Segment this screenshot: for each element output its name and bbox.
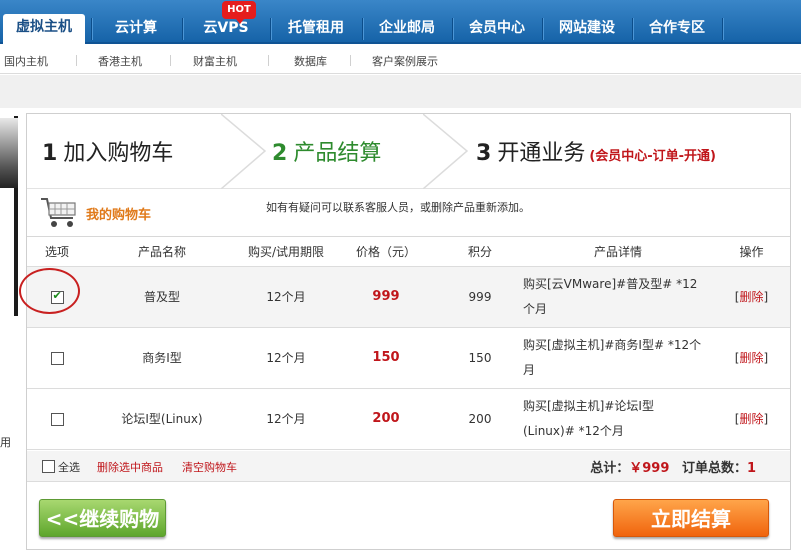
step-label: 开通业务 [497, 141, 586, 166]
product-points: 150 [437, 327, 523, 389]
subnav-item-domestic-host[interactable]: 国内主机 [4, 53, 48, 69]
step-number: 3 [476, 141, 492, 166]
select-all-label[interactable]: 全选 [58, 459, 80, 475]
subnav-item-database[interactable]: 数据库 [294, 53, 327, 69]
delete-link[interactable]: 删除 [739, 290, 763, 304]
left-side-strip: 用 [0, 116, 18, 552]
checkout-button[interactable]: 立即结算 [613, 499, 769, 537]
nav-separator [632, 18, 633, 40]
column-header: 选项 [27, 237, 87, 267]
product-detail: 购买[云VMware]#普及型# *12个月 [523, 266, 713, 328]
step-note: (会员中心-订单-开通) [589, 149, 717, 164]
product-name: 论坛I型(Linux) [87, 388, 237, 450]
clear-cart-link[interactable]: 清空购物车 [182, 459, 237, 475]
product-term: 12个月 [237, 327, 335, 389]
select-all-checkbox[interactable] [42, 460, 55, 473]
nav-item-cloud-computing[interactable]: 云计算 [96, 15, 176, 44]
nav-item-cloud-vps[interactable]: 云VPS [188, 15, 264, 44]
nav-separator [270, 18, 271, 40]
highlight-circle [19, 268, 80, 314]
product-name: 普及型 [87, 266, 237, 328]
sub-nav: 国内主机 香港主机 财富主机 数据库 客户案例展示 [0, 46, 801, 74]
left-strip-text: 用 [0, 436, 11, 449]
subnav-item-customer-cases[interactable]: 客户案例展示 [372, 53, 438, 69]
nav-separator [452, 18, 453, 40]
order-count-value: 1 [746, 461, 756, 476]
subnav-separator [268, 55, 269, 66]
product-detail: 购买[虚拟主机]#论坛I型(Linux)# *12个月 [523, 388, 713, 450]
product-detail: 购买[虚拟主机]#商务I型# *12个月 [523, 327, 713, 389]
cart-panel: 1 加入购物车 2 产品结算 3 开通业务 (会员中心-订单-开通) 我的购物车 如有有… [26, 113, 791, 550]
nav-item-website-building[interactable]: 网站建设 [548, 15, 626, 44]
order-count-label: 订单总数： [681, 461, 747, 476]
cart-table: 选项 产品名称 购买/试用期限 价格（元） 积分 产品详情 操作 普及型 12个… [27, 237, 790, 450]
product-price: 150 [335, 327, 437, 389]
checkout-steps: 1 加入购物车 2 产品结算 3 开通业务 (会员中心-订单-开通) [27, 114, 790, 189]
delete-link[interactable]: 删除 [739, 351, 763, 365]
continue-shopping-button[interactable]: <<继续购物 [39, 499, 166, 537]
nav-separator [362, 18, 363, 40]
bracket: ] [763, 351, 769, 365]
bracket: ] [763, 412, 769, 426]
cart-title: 我的购物车 [86, 208, 152, 223]
nav-item-enterprise-mail[interactable]: 企业邮局 [368, 15, 446, 44]
product-points: 200 [437, 388, 523, 450]
cart-table-header: 选项 产品名称 购买/试用期限 价格（元） 积分 产品详情 操作 [27, 237, 790, 267]
nav-separator [91, 18, 92, 40]
banner-strip [0, 75, 801, 108]
product-term: 12个月 [237, 266, 335, 328]
nav-item-hosting-rental[interactable]: 托管租用 [277, 15, 355, 44]
column-header: 操作 [713, 237, 790, 267]
nav-separator [182, 18, 183, 40]
step-number: 2 [272, 141, 288, 166]
subnav-item-hongkong-host[interactable]: 香港主机 [98, 53, 142, 69]
cart-header: 我的购物车 如有有疑问可以联系客服人员，或删除产品重新添加。 [27, 189, 790, 237]
step-label: 产品结算 [293, 141, 382, 166]
subnav-separator [170, 55, 171, 66]
total-label: 总计： [590, 461, 630, 476]
cart-help-text: 如有有疑问可以联系客服人员，或删除产品重新添加。 [266, 201, 530, 214]
nav-separator [542, 18, 543, 40]
delete-cell: [删除] [713, 266, 790, 328]
nav-item-partnership[interactable]: 合作专区 [638, 15, 716, 44]
subnav-separator [76, 55, 77, 66]
row-checkbox[interactable] [50, 351, 64, 365]
column-header: 价格（元） [335, 237, 437, 267]
product-price: 200 [335, 388, 437, 450]
column-header: 购买/试用期限 [237, 237, 335, 267]
column-header: 积分 [437, 237, 523, 267]
step-add-to-cart: 1 加入购物车 [42, 135, 173, 167]
product-price: 999 [335, 266, 437, 328]
step-label: 加入购物车 [63, 141, 174, 166]
subnav-item-wealth-host[interactable]: 财富主机 [193, 53, 237, 69]
nav-item-virtual-host[interactable]: 虚拟主机 [3, 14, 85, 44]
subnav-separator [350, 55, 351, 66]
top-nav: 虚拟主机 云计算 云VPS 托管租用 企业邮局 会员中心 网站建设 合作专区 H… [0, 0, 801, 44]
product-points: 999 [437, 266, 523, 328]
cart-footer: 全选 删除选中商品 清空购物车 总计：￥999 订单总数：1 [27, 451, 790, 482]
delete-link[interactable]: 删除 [739, 412, 763, 426]
step-checkout: 2 产品结算 [272, 135, 381, 167]
cart-row: 普及型 12个月 999 999 购买[云VMware]#普及型# *12个月 … [27, 266, 790, 328]
left-strip-image [0, 118, 18, 188]
nav-separator [722, 18, 723, 40]
column-header: 产品名称 [87, 237, 237, 267]
column-header: 产品详情 [523, 237, 713, 267]
bracket: ] [763, 290, 769, 304]
cart-row: 论坛I型(Linux) 12个月 200 200 购买[虚拟主机]#论坛I型(L… [27, 388, 790, 450]
step-activate-service: 3 开通业务 (会员中心-订单-开通) [476, 135, 716, 167]
cart-row: 商务I型 12个月 150 150 购买[虚拟主机]#商务I型# *12个月 [… [27, 327, 790, 389]
cart-totals: 总计：￥999 订单总数：1 [590, 457, 756, 476]
step-number: 1 [42, 141, 58, 166]
delete-cell: [删除] [713, 388, 790, 450]
nav-item-member-center[interactable]: 会员中心 [458, 15, 536, 44]
shopping-cart-icon [41, 198, 76, 227]
product-name: 商务I型 [87, 327, 237, 389]
total-value: ￥999 [629, 461, 670, 476]
product-term: 12个月 [237, 388, 335, 450]
row-checkbox[interactable] [50, 412, 64, 426]
delete-selected-link[interactable]: 删除选中商品 [97, 459, 163, 475]
hot-badge: HOT [222, 1, 256, 24]
delete-cell: [删除] [713, 327, 790, 389]
